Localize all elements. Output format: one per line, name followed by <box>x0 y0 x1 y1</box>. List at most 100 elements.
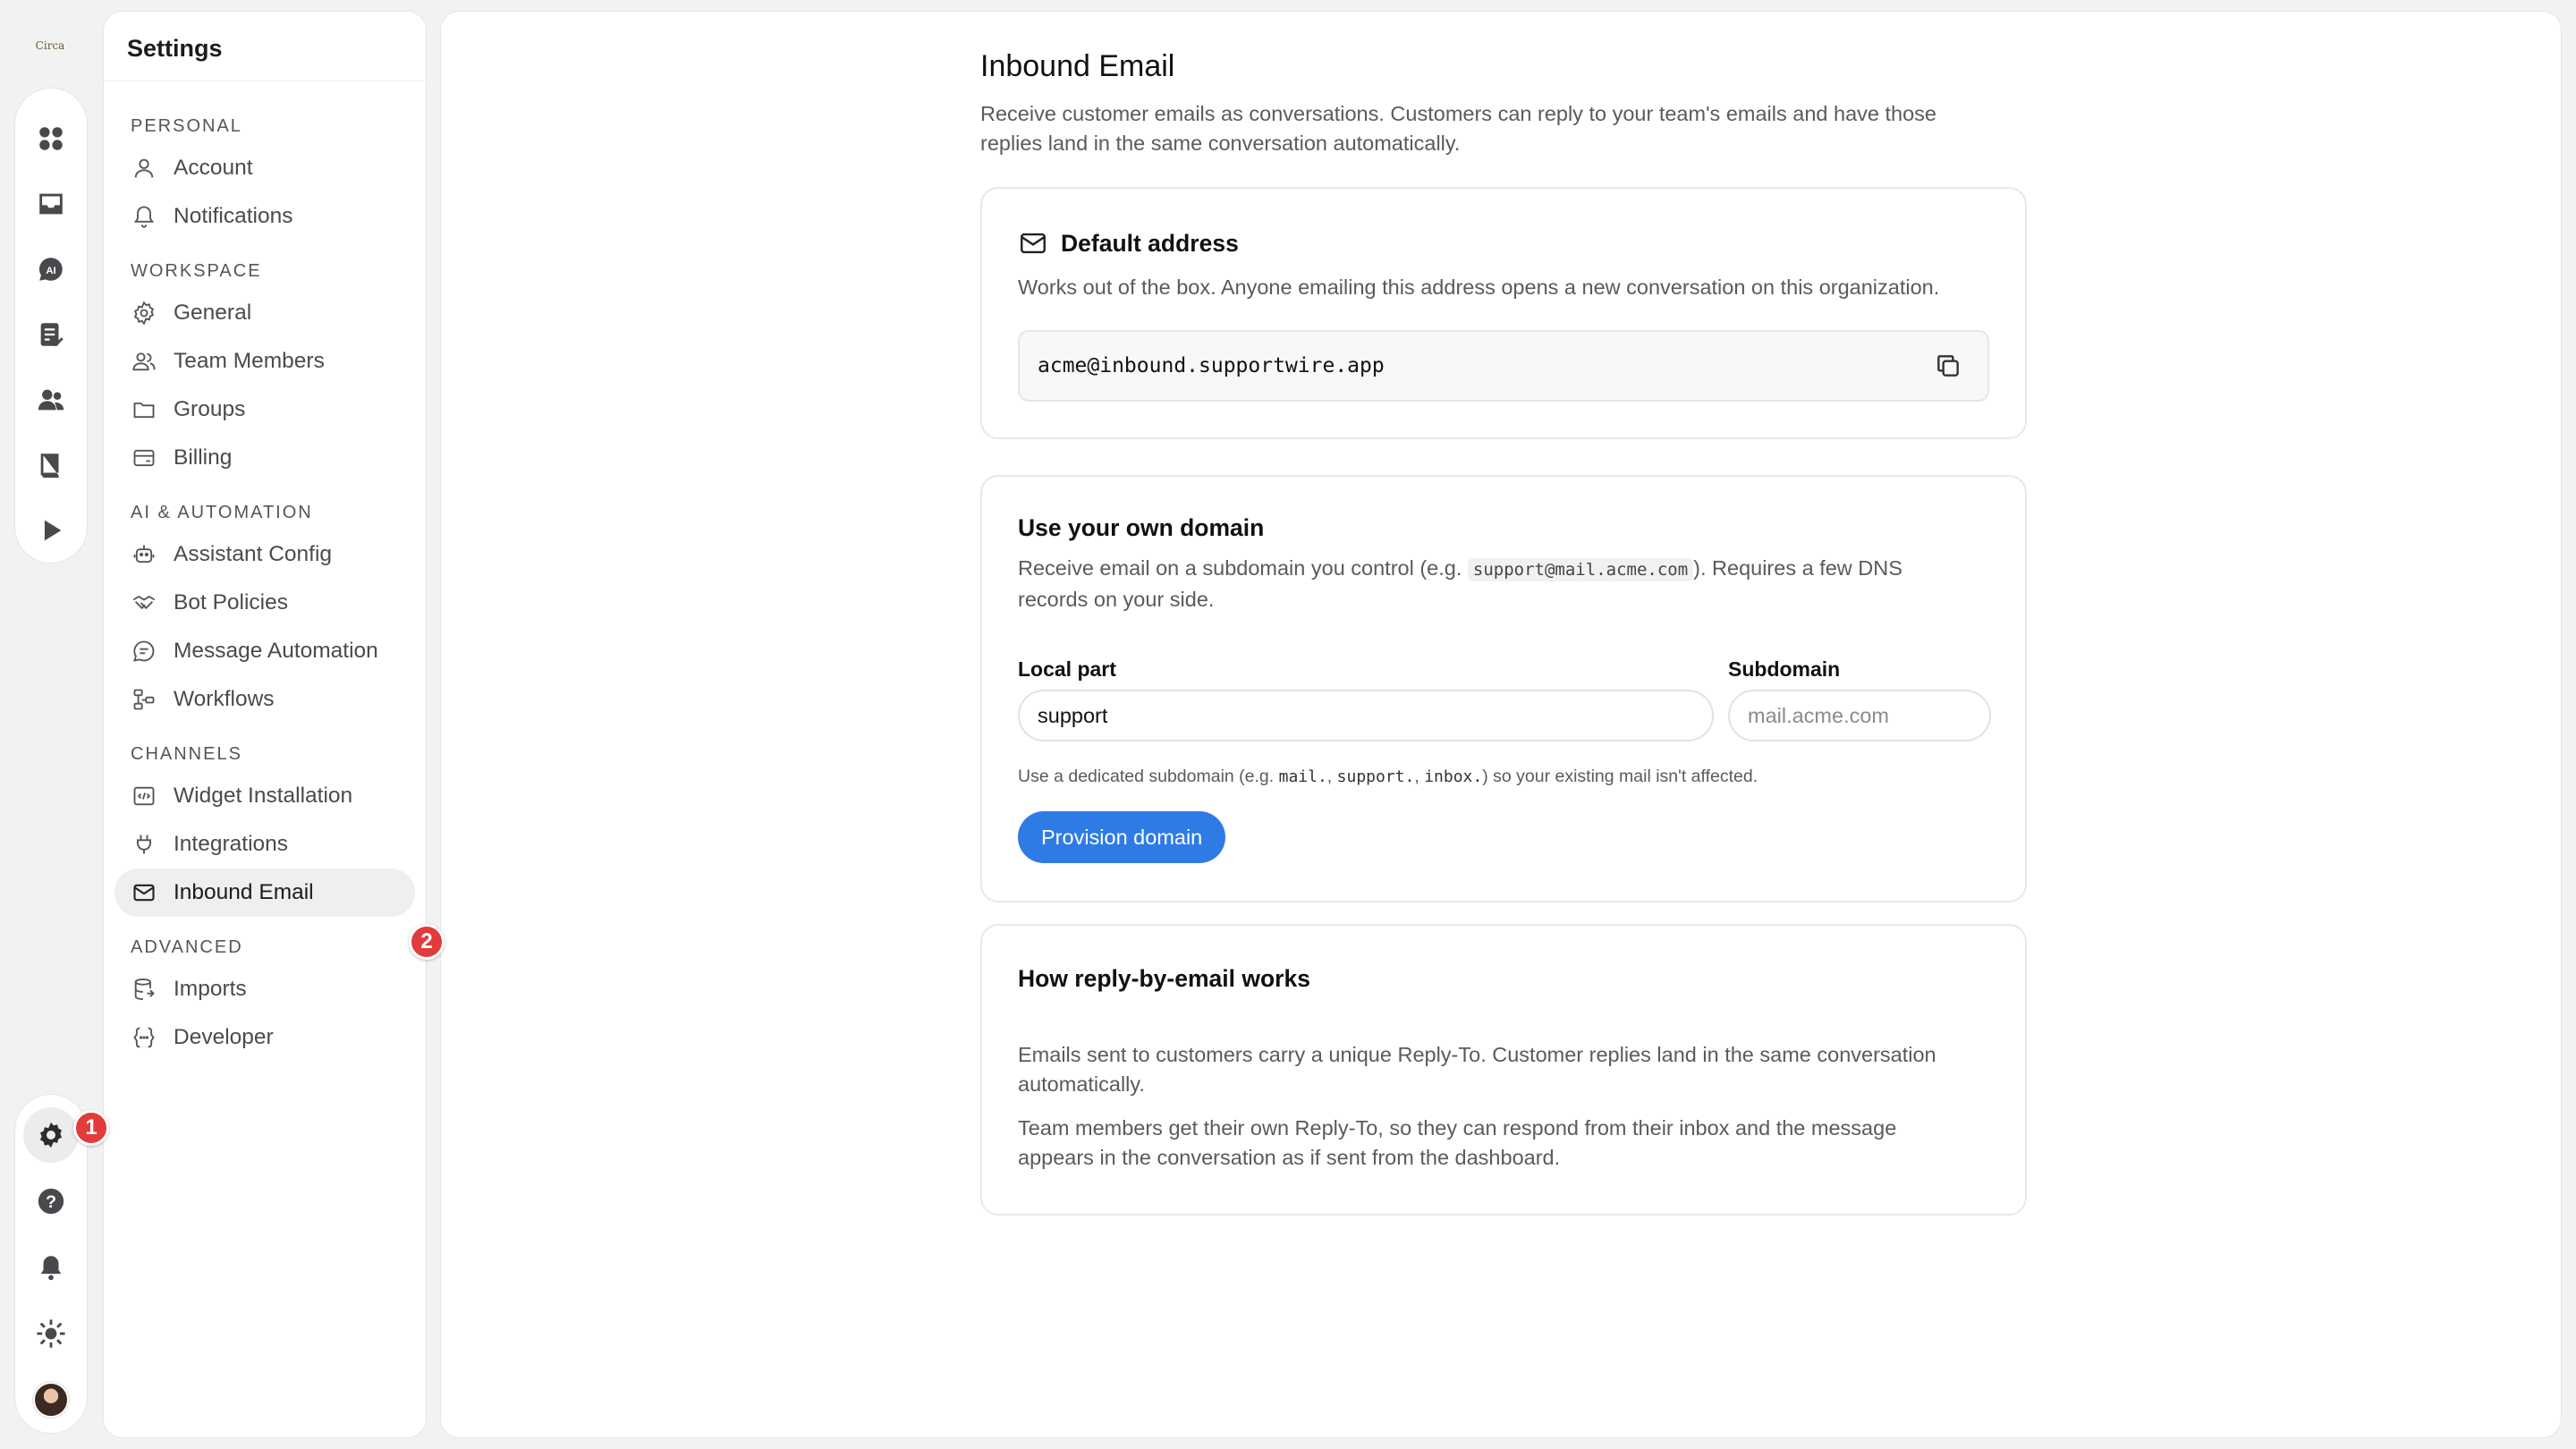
nav-item-developer[interactable]: Developer <box>114 1013 415 1062</box>
local-part-input[interactable] <box>1018 690 1714 741</box>
nav-item-label: Groups <box>174 397 246 421</box>
nav-item-inbound-email[interactable]: Inbound Email <box>114 869 415 917</box>
nav-item-bot-policies[interactable]: Bot Policies <box>114 579 415 627</box>
hint-text: ) so your existing mail isn't affected. <box>1482 767 1758 786</box>
how-it-works-card: How reply-by-email works Emails sent to … <box>980 924 2027 1216</box>
nav-item-message-automation[interactable]: Message Automation <box>114 627 415 675</box>
nav-item-team-members[interactable]: Team Members <box>114 337 415 386</box>
bell-icon <box>131 203 157 230</box>
primary-nav-rail: AI <box>14 88 88 564</box>
nav-item-billing[interactable]: Billing <box>114 434 415 482</box>
nav-item-label: Developer <box>174 1025 274 1049</box>
help-icon[interactable]: ? <box>24 1168 78 1234</box>
hint-text: , <box>1414 767 1425 786</box>
nav-item-general[interactable]: General <box>114 289 415 337</box>
nav-item-label: Team Members <box>174 349 325 373</box>
desc-example-code: support@mail.acme.com <box>1467 558 1694 581</box>
nav-item-label: Integrations <box>174 832 289 856</box>
nav-item-label: Imports <box>174 977 247 1001</box>
workflow-icon <box>131 686 157 713</box>
nav-item-notifications[interactable]: Notifications <box>114 192 415 241</box>
hint-code: support. <box>1336 767 1415 786</box>
hint-text: Use a dedicated subdomain (e.g. <box>1018 767 1279 786</box>
hint-text: , <box>1326 767 1337 786</box>
notifications-bell-icon[interactable] <box>24 1234 78 1301</box>
section-advanced: ADVANCED <box>131 937 243 957</box>
nav-item-label: Bot Policies <box>174 590 289 614</box>
nav-item-account[interactable]: Account <box>114 144 415 192</box>
hint-code: mail. <box>1278 767 1327 786</box>
nav-item-assistant-config[interactable]: Assistant Config <box>114 530 415 579</box>
svg-text:AI: AI <box>46 266 55 276</box>
own-domain-title: Use your own domain <box>1018 514 1265 541</box>
subdomain-input[interactable] <box>1728 690 1991 741</box>
knowledge-book-icon[interactable] <box>24 432 78 497</box>
folder-icon <box>131 396 157 423</box>
tasks-icon[interactable] <box>24 302 78 368</box>
envelope-icon <box>1018 228 1048 258</box>
copy-icon[interactable] <box>1934 352 1962 380</box>
nav-item-label: Inbound Email <box>174 880 314 904</box>
provision-domain-button[interactable]: Provision domain <box>1018 811 1226 863</box>
nav-item-imports[interactable]: Imports <box>114 965 415 1013</box>
svg-text:?: ? <box>46 1192 56 1212</box>
default-address-title: Default address <box>1061 229 1239 257</box>
nav-item-label: Workflows <box>174 687 275 711</box>
contacts-icon[interactable] <box>24 367 78 432</box>
settings-gear-icon[interactable] <box>23 1102 79 1168</box>
import-icon <box>131 976 157 1003</box>
user-avatar[interactable] <box>24 1367 78 1433</box>
nav-item-widget-installation[interactable]: Widget Installation <box>114 772 415 820</box>
step-marker-2: 2 <box>409 924 445 960</box>
ai-icon[interactable]: AI <box>24 237 78 302</box>
default-address-description: Works out of the box. Anyone emailing th… <box>1018 275 1940 299</box>
app-logo[interactable]: Circa <box>34 34 66 57</box>
nav-item-label: General <box>174 301 252 325</box>
page-title: Inbound Email <box>980 49 1175 83</box>
braces-icon <box>131 1024 157 1051</box>
robot-icon <box>131 541 157 568</box>
main-content-panel: Inbound Email Receive customer emails as… <box>440 11 2562 1438</box>
local-part-field[interactable] <box>1038 703 1712 728</box>
card-icon <box>131 445 157 471</box>
default-address-value: acme@inbound.supportwire.app <box>1038 354 1385 377</box>
nav-item-label: Billing <box>174 445 233 470</box>
nav-item-label: Assistant Config <box>174 542 333 566</box>
default-address-field[interactable]: acme@inbound.supportwire.app <box>1018 330 1989 402</box>
page-description: Receive customer emails as conversations… <box>980 102 1936 155</box>
nav-item-label: Widget Installation <box>174 784 353 808</box>
own-domain-card: Use your own domain Receive email on a s… <box>980 475 2027 902</box>
nav-item-groups[interactable]: Groups <box>114 386 415 434</box>
subdomain-hint: Use a dedicated subdomain (e.g. mail., s… <box>1018 767 1758 787</box>
nav-item-integrations[interactable]: Integrations <box>114 820 415 869</box>
section-personal: PERSONAL <box>131 116 242 136</box>
local-part-label: Local part <box>1018 657 1116 681</box>
nav-item-label: Notifications <box>174 204 293 228</box>
user-icon <box>131 155 157 182</box>
default-address-card: Default address Works out of the box. An… <box>980 187 2027 439</box>
code-icon <box>131 783 157 809</box>
how-it-works-paragraph-2: Team members get their own Reply-To, so … <box>1018 1116 1897 1169</box>
page-header: Inbound Email Receive customer emails as… <box>980 49 2027 158</box>
secondary-nav-rail: ? <box>14 1094 88 1434</box>
subdomain-label: Subdomain <box>1728 657 1841 681</box>
inbox-icon[interactable] <box>24 172 78 237</box>
desc-text: Receive email on a subdomain you control… <box>1018 556 1468 580</box>
theme-sun-icon[interactable] <box>24 1301 78 1367</box>
dashboard-icon[interactable] <box>24 106 78 172</box>
subdomain-field[interactable] <box>1748 703 1989 728</box>
how-it-works-title: How reply-by-email works <box>1018 965 1310 992</box>
avatar-image <box>33 1382 69 1418</box>
team-icon <box>131 348 157 375</box>
gear-icon <box>131 300 157 326</box>
section-channels: CHANNELS <box>131 744 242 764</box>
handshake-icon <box>131 589 157 616</box>
nav-item-label: Message Automation <box>174 639 378 663</box>
play-icon[interactable] <box>24 497 78 563</box>
section-workspace: WORKSPACE <box>131 261 262 281</box>
nav-item-label: Account <box>174 156 253 180</box>
chat-icon <box>131 638 157 665</box>
settings-title: Settings <box>104 12 426 81</box>
plug-icon <box>131 831 157 858</box>
nav-item-workflows[interactable]: Workflows <box>114 675 415 724</box>
